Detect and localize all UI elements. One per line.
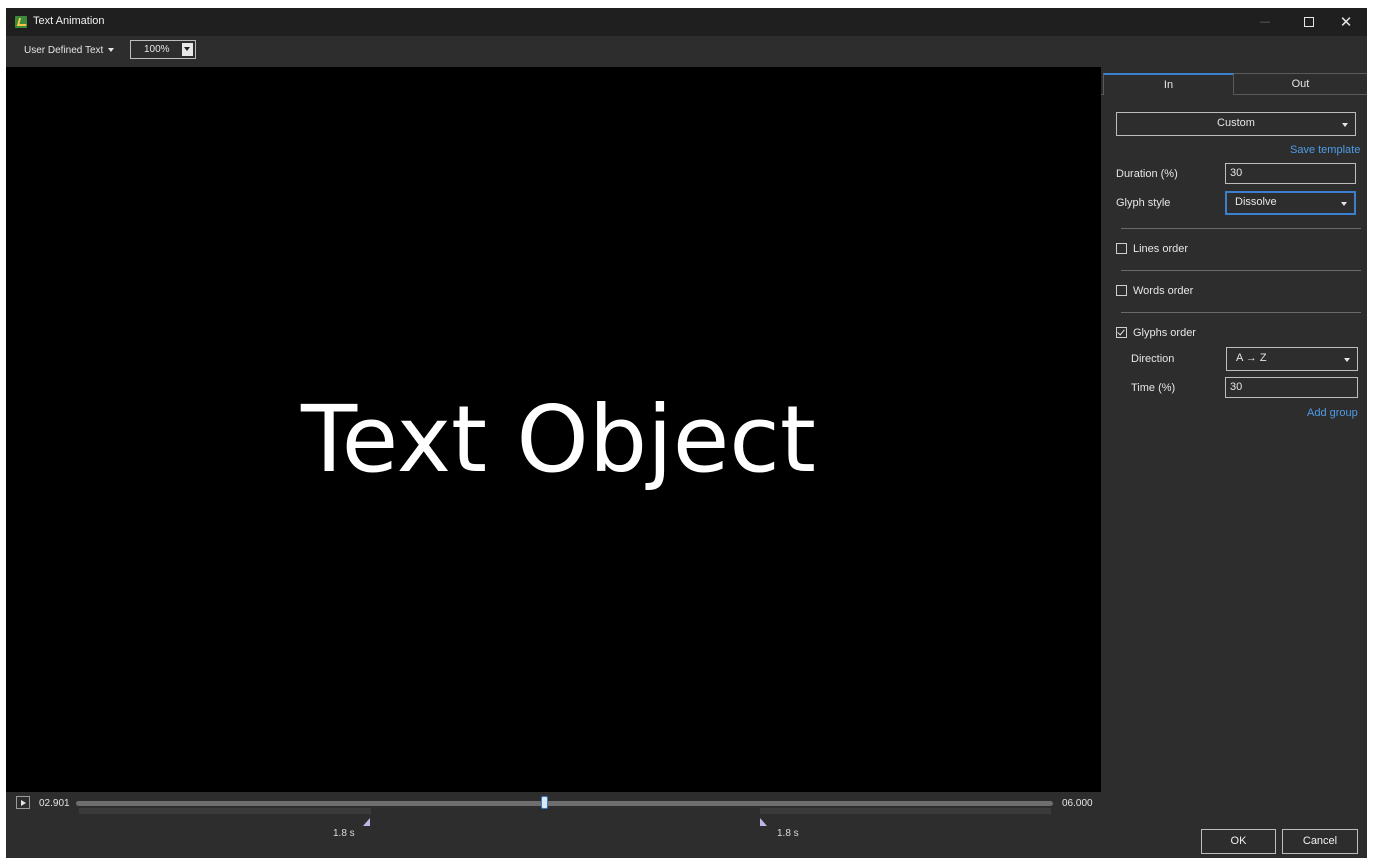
timeline-handle[interactable] — [541, 796, 549, 809]
direction-label: Direction — [1131, 353, 1175, 365]
current-time: 02.901 — [39, 798, 70, 809]
chevron-down-icon — [1341, 202, 1347, 206]
lines-order-label[interactable]: Lines order — [1133, 243, 1188, 255]
words-order-checkbox[interactable] — [1116, 285, 1127, 296]
zoom-value: 100% — [144, 44, 170, 55]
chevron-down-icon — [1344, 358, 1350, 362]
app-icon — [15, 16, 27, 28]
words-order-label[interactable]: Words order — [1133, 285, 1193, 297]
window-title: Text Animation — [33, 15, 105, 27]
text-object[interactable]: Text Object — [6, 385, 1111, 495]
time-label: Time (%) — [1131, 382, 1176, 394]
out-marker[interactable] — [760, 818, 767, 826]
animation-settings-panel: In Out Custom Save template Duration (%)… — [1101, 67, 1367, 858]
duration-label: Duration (%) — [1116, 168, 1178, 180]
ok-button[interactable]: OK — [1201, 829, 1276, 854]
close-button[interactable]: ✕ — [1324, 8, 1367, 36]
maximize-icon — [1304, 17, 1314, 27]
divider — [1121, 270, 1361, 271]
save-template-link[interactable]: Save template — [1290, 144, 1360, 156]
tab-in[interactable]: In — [1103, 73, 1234, 95]
in-animation-band — [79, 808, 371, 814]
animation-preset-value: Custom — [1217, 117, 1255, 129]
glyph-style-label: Glyph style — [1116, 197, 1171, 209]
chevron-down-icon — [184, 47, 190, 51]
in-marker[interactable] — [363, 818, 370, 826]
glyphs-order-checkbox[interactable] — [1116, 327, 1127, 338]
time-input[interactable]: 30 — [1225, 377, 1358, 398]
text-preset-label: User Defined Text — [24, 45, 104, 56]
toolbar: User Defined Text 100% — [6, 36, 1367, 67]
timeline-track[interactable] — [76, 801, 1053, 806]
animation-preset-dropdown[interactable]: Custom — [1116, 112, 1356, 136]
play-icon — [21, 799, 26, 806]
direction-value: A → Z — [1236, 352, 1267, 364]
add-group-link[interactable]: Add group — [1307, 407, 1358, 419]
out-duration-label: 1.8 s — [777, 828, 799, 839]
cancel-button[interactable]: Cancel — [1282, 829, 1358, 854]
play-button[interactable] — [16, 796, 30, 809]
close-icon: ✕ — [1339, 13, 1353, 31]
zoom-combobox[interactable]: 100% — [130, 40, 196, 59]
minimize-button[interactable]: — — [1243, 8, 1287, 36]
glyph-style-value: Dissolve — [1235, 196, 1277, 208]
text-preset-dropdown[interactable]: User Defined Text — [24, 45, 115, 56]
duration-value: 30 — [1230, 167, 1243, 179]
direction-dropdown[interactable]: A → Z — [1226, 347, 1358, 371]
time-value: 30 — [1230, 381, 1243, 393]
divider — [1121, 228, 1361, 229]
glyphs-order-label[interactable]: Glyphs order — [1133, 327, 1196, 339]
glyph-style-dropdown[interactable]: Dissolve — [1225, 191, 1356, 215]
text-animation-window: Text Animation — ✕ User Defined Text 100… — [6, 8, 1367, 858]
tab-out[interactable]: Out — [1234, 73, 1367, 95]
chevron-down-icon — [108, 48, 115, 53]
chevron-down-icon — [1342, 123, 1348, 127]
out-animation-band — [760, 808, 1051, 814]
in-duration-label: 1.8 s — [333, 828, 355, 839]
preview-canvas[interactable]: Text Object — [6, 67, 1101, 792]
zoom-dropdown-button[interactable] — [182, 43, 193, 56]
duration-input[interactable]: 30 — [1225, 163, 1356, 184]
title-bar: Text Animation — ✕ — [6, 8, 1367, 36]
divider — [1121, 312, 1361, 313]
end-time: 06.000 — [1062, 798, 1093, 809]
timeline: 02.901 06.000 1.8 s 1.8 s — [6, 792, 1101, 858]
lines-order-checkbox[interactable] — [1116, 243, 1127, 254]
